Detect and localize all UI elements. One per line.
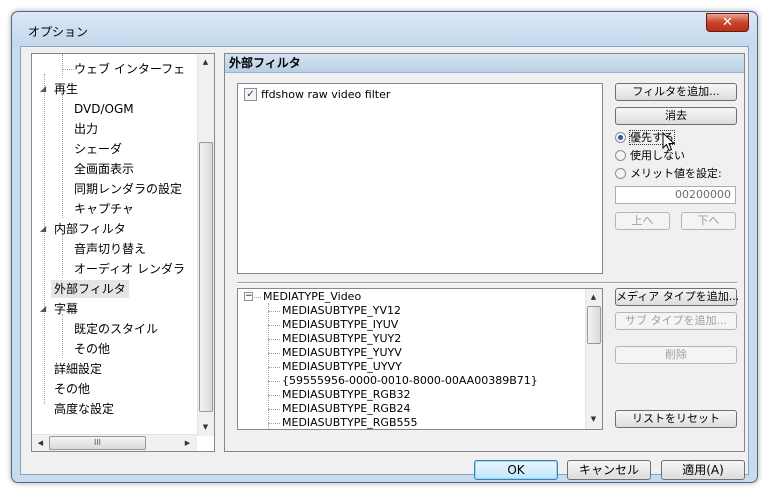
radio-label: 使用しない xyxy=(630,149,685,162)
tree-item-audio-switcher[interactable]: 音声切り替え xyxy=(74,240,146,258)
ok-button[interactable]: OK xyxy=(474,460,558,480)
tree-line xyxy=(268,311,280,312)
delete-button[interactable]: 削除 xyxy=(615,346,737,364)
tree-item-capture[interactable]: キャプチャ xyxy=(74,200,134,218)
add-subtype-button[interactable]: サブ タイプを追加... xyxy=(615,312,737,330)
media-subtype-item[interactable]: MEDIASUBTYPE_YUYV xyxy=(282,346,402,360)
radio-button[interactable] xyxy=(615,131,626,143)
media-subtype-item[interactable]: MEDIASUBTYPE_YV12 xyxy=(282,304,401,318)
tree-line xyxy=(268,325,280,326)
page-title: 外部フィルタ xyxy=(225,54,744,73)
tree-line xyxy=(62,69,74,70)
radio-label: メリット値を設定: xyxy=(630,167,722,180)
radio-button[interactable] xyxy=(615,149,626,161)
media-subtype-item[interactable]: MEDIASUBTYPE_YUY2 xyxy=(282,332,401,346)
tree-line xyxy=(62,94,63,218)
radio-set-merit[interactable]: メリット値を設定: xyxy=(615,167,722,181)
tree-item-advanced-settings[interactable]: 詳細設定 xyxy=(54,360,102,378)
tree-line xyxy=(268,339,280,340)
tree-item-web-interface[interactable]: ウェブ インターフェ xyxy=(74,60,185,78)
tree-line xyxy=(268,353,280,354)
collapse-icon[interactable]: − xyxy=(244,292,253,301)
tree-line xyxy=(62,234,63,278)
merit-value-field[interactable]: 00200000 xyxy=(615,186,736,204)
media-subtype-item[interactable]: MEDIASUBTYPE_UYVY xyxy=(282,360,402,374)
cancel-button[interactable]: キャンセル xyxy=(567,460,651,480)
media-type-tree[interactable]: − MEDIATYPE_Video MEDIASUBTYPE_YV12 MEDI… xyxy=(237,288,603,430)
media-subtype-item[interactable]: MEDIASUBTYPE_RGB32 xyxy=(282,388,411,402)
tree-item-default-style[interactable]: 既定のスタイル xyxy=(74,320,158,338)
tree-item-subtitles[interactable]: 字幕 xyxy=(54,300,78,318)
scroll-right-arrow-icon[interactable]: ▶ xyxy=(180,436,195,451)
expand-arrow-icon[interactable]: ◢ xyxy=(40,80,46,98)
section-divider xyxy=(237,282,737,284)
filter-enabled-checkbox[interactable]: ✓ xyxy=(244,88,257,101)
filter-list-item[interactable]: ✓ ffdshow raw video filter xyxy=(244,88,390,102)
media-subtype-item[interactable]: {59555956-0000-0010-8000-00AA00389B71} xyxy=(282,374,538,388)
move-down-button[interactable]: 下へ xyxy=(681,212,736,230)
tree-vertical-scrollbar[interactable]: ▲ ▼ xyxy=(197,54,214,436)
tree-item-external-filters[interactable]: 外部フィルタ xyxy=(51,280,129,298)
filter-list[interactable]: ✓ ffdshow raw video filter xyxy=(237,83,603,274)
tree-horizontal-scrollbar[interactable]: ◀ III ▶ xyxy=(32,434,197,451)
tree-line xyxy=(62,314,63,358)
scroll-up-arrow-icon[interactable]: ▲ xyxy=(198,55,213,70)
scrollbar-thumb[interactable]: III xyxy=(49,436,146,450)
external-filters-panel: 外部フィルタ ✓ ffdshow raw video filter フィルタを追加… xyxy=(224,53,745,452)
tree-item-fullscreen[interactable]: 全画面表示 xyxy=(74,160,134,178)
tree-line xyxy=(44,74,45,404)
window-title: オプション xyxy=(28,25,89,39)
tree-line xyxy=(62,54,63,78)
mouse-cursor-icon xyxy=(662,132,676,152)
tree-item-subtitles-misc[interactable]: その他 xyxy=(74,340,110,358)
tree-line xyxy=(268,381,280,382)
filter-name: ffdshow raw video filter xyxy=(261,88,391,101)
media-vertical-scrollbar[interactable]: ▲ ▼ xyxy=(585,289,602,429)
tree-line xyxy=(268,367,280,368)
scrollbar-thumb[interactable] xyxy=(199,142,213,412)
dialog-client-area: ウェブ インターフェ ◢ 再生 DVD/OGM 出力 シェーダ 全画面表示 同期… xyxy=(20,46,749,480)
media-subtype-item[interactable]: MEDIASUBTYPE_IYUV xyxy=(282,318,398,332)
move-up-button[interactable]: 上へ xyxy=(615,212,670,230)
reset-list-button[interactable]: リストをリセット xyxy=(615,410,737,428)
expand-arrow-icon[interactable]: ◢ xyxy=(40,220,46,238)
options-dialog: オプション ✕ ウェブ インターフェ ◢ 再生 DVD/OGM 出力 シェーダ … xyxy=(11,11,758,483)
expand-arrow-icon[interactable]: ◢ xyxy=(40,300,46,318)
tree-line xyxy=(268,409,280,410)
media-subtype-item[interactable]: MEDIASUBTYPE_RGB24 xyxy=(282,402,411,416)
tree-line xyxy=(268,395,280,396)
tree-item-shaders[interactable]: シェーダ xyxy=(74,140,122,158)
tree-item-tweaks[interactable]: 高度な設定 xyxy=(54,400,114,418)
scroll-up-arrow-icon[interactable]: ▲ xyxy=(586,290,601,305)
title-bar[interactable]: オプション ✕ xyxy=(12,12,757,46)
scroll-left-arrow-icon[interactable]: ◀ xyxy=(33,436,48,451)
scrollbar-thumb[interactable] xyxy=(587,306,601,344)
tree-item-audio-renderer[interactable]: オーディオ レンダラ xyxy=(74,260,185,278)
close-button[interactable]: ✕ xyxy=(706,13,749,32)
tree-item-output[interactable]: 出力 xyxy=(74,120,98,138)
options-tree: ウェブ インターフェ ◢ 再生 DVD/OGM 出力 シェーダ 全画面表示 同期… xyxy=(31,53,215,452)
scroll-down-arrow-icon[interactable]: ▼ xyxy=(586,412,601,427)
media-subtype-item[interactable]: MEDIASUBTYPE_RGB555 xyxy=(282,416,418,429)
tree-item-dvd-ogm[interactable]: DVD/OGM xyxy=(74,100,134,118)
tree-item-playback[interactable]: 再生 xyxy=(54,80,78,98)
tree-line xyxy=(254,297,261,298)
apply-button[interactable]: 適用(A) xyxy=(661,460,745,480)
tree-item-misc[interactable]: その他 xyxy=(54,380,90,398)
scroll-down-arrow-icon[interactable]: ▼ xyxy=(198,420,213,435)
tree-line xyxy=(268,423,280,424)
tree-item-internal-filters[interactable]: 内部フィルタ xyxy=(54,220,126,238)
tree-line xyxy=(268,303,269,429)
add-media-type-button[interactable]: メディア タイプを追加... xyxy=(615,288,739,306)
tree-item-sync-renderer[interactable]: 同期レンダラの設定 xyxy=(74,180,182,198)
media-type-root[interactable]: MEDIATYPE_Video xyxy=(263,290,361,304)
radio-button[interactable] xyxy=(615,167,626,179)
remove-filter-button[interactable]: 消去 xyxy=(615,107,737,125)
add-filter-button[interactable]: フィルタを追加... xyxy=(615,83,737,101)
